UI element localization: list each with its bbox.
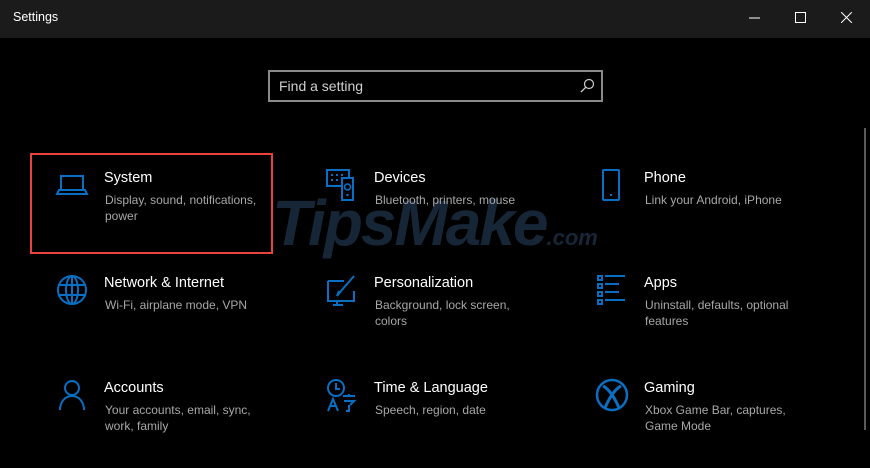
tile-title: Devices — [374, 170, 426, 186]
tile-time-language[interactable]: Time & Language Speech, region, date — [325, 378, 575, 468]
tile-title: Accounts — [104, 380, 164, 396]
tile-title: Personalization — [374, 275, 474, 291]
tile-title: Network & Internet — [104, 275, 225, 291]
time-language-icon — [327, 379, 357, 412]
tile-accounts[interactable]: Accounts Your accounts, email, sync, wor… — [55, 378, 305, 468]
minimize-button[interactable] — [731, 0, 777, 34]
xbox-icon — [595, 378, 629, 412]
window-title: Settings — [13, 10, 59, 24]
tile-title: Gaming — [644, 380, 695, 396]
search-input[interactable] — [279, 77, 569, 95]
phone-icon — [602, 169, 620, 201]
tile-apps[interactable]: Apps Uninstall, defaults, optional featu… — [595, 273, 845, 363]
tile-title: Time & Language — [374, 380, 488, 396]
paint-icon — [327, 275, 355, 306]
globe-icon — [57, 275, 87, 305]
search-icon[interactable] — [579, 78, 595, 94]
tile-title: Apps — [644, 275, 678, 291]
maximize-button[interactable] — [777, 0, 823, 34]
scrollbar[interactable] — [864, 128, 866, 430]
tile-description: Wi-Fi, airplane mode, VPN — [105, 298, 248, 312]
tile-network-internet[interactable]: Network & Internet Wi-Fi, airplane mode,… — [55, 273, 305, 363]
tile-description: Speech, region, date — [375, 403, 486, 417]
tile-devices[interactable]: Devices Bluetooth, printers, mouse — [325, 168, 575, 258]
title-bar: Settings — [0, 0, 870, 38]
tile-description: Bluetooth, printers, mouse — [375, 193, 516, 207]
tile-description: Xbox Game Bar, captures, Game Mode — [645, 403, 786, 433]
tile-phone[interactable]: Phone Link your Android, iPhone — [595, 168, 845, 258]
tile-title: Phone — [644, 170, 686, 186]
tile-gaming[interactable]: Gaming Xbox Game Bar, captures, Game Mod… — [595, 378, 845, 468]
tile-description: Link your Android, iPhone — [645, 193, 782, 207]
person-icon — [59, 380, 85, 411]
tile-system[interactable]: System Display, sound, notifications, po… — [55, 168, 305, 258]
close-button[interactable] — [823, 0, 869, 34]
tile-description: Background, lock screen, colors — [375, 298, 510, 328]
laptop-icon — [55, 175, 89, 195]
search-box[interactable] — [268, 70, 603, 102]
tile-description: Your accounts, email, sync, work, family — [105, 403, 251, 433]
devices-icon — [326, 169, 354, 201]
tile-description: Uninstall, defaults, optional features — [645, 298, 789, 328]
tile-title: System — [104, 170, 153, 186]
tile-personalization[interactable]: Personalization Background, lock screen,… — [325, 273, 575, 363]
apps-list-icon — [597, 275, 625, 305]
tile-description: Display, sound, notifications, power — [105, 193, 257, 223]
